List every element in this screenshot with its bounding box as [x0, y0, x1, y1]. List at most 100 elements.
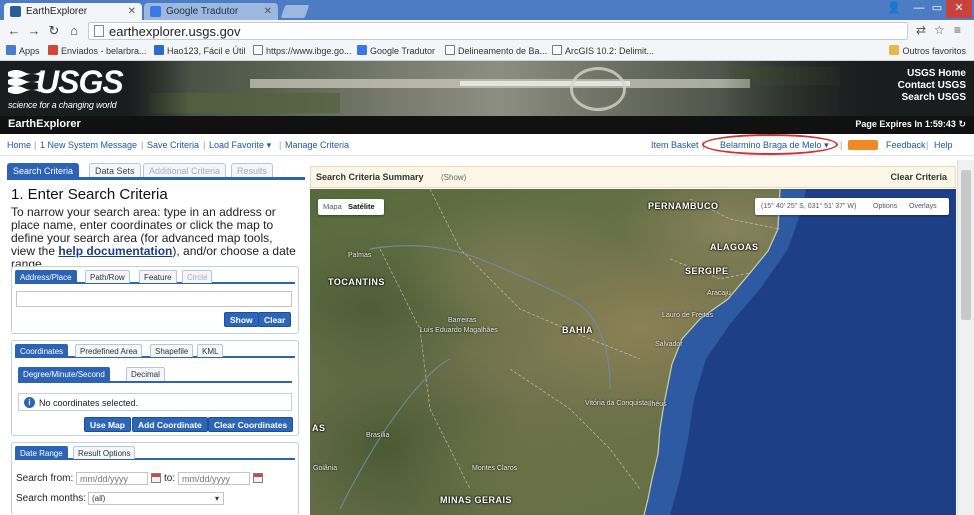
bookmark-hao123[interactable]: Hao123, Fácil e Útil — [154, 44, 246, 59]
maximize-icon[interactable]: ▭ — [928, 0, 946, 18]
tab-predefined-area[interactable]: Predefined Area — [75, 344, 143, 357]
home-icon[interactable]: ⌂ — [66, 23, 82, 39]
tab-title: Google Tradutor — [166, 6, 239, 17]
map-type-mapa[interactable]: Mapa — [323, 199, 342, 215]
map-type-control: Mapa Satélite — [318, 199, 384, 215]
show-button[interactable]: Show — [224, 312, 259, 327]
tab-circle[interactable]: Circle — [182, 270, 213, 283]
tab-search-criteria[interactable]: Search Criteria — [7, 163, 80, 177]
translate-favicon-icon — [150, 6, 161, 17]
map-city-label: Vitória da Conquista — [585, 400, 648, 407]
new-tab-button[interactable] — [280, 5, 310, 18]
app-title-bar: EarthExplorer Page Expires In 1:59:43 ↻ — [0, 116, 974, 134]
bookmark-delineamento[interactable]: Delineamento de Ba... — [445, 44, 547, 59]
search-criteria-summary: Search Criteria Summary (Show) Clear Cri… — [310, 166, 956, 188]
map-city-label: Lauro de Freitas — [662, 312, 713, 319]
tab-feature[interactable]: Feature — [139, 270, 177, 283]
reload-icon[interactable]: ↻ — [46, 23, 62, 39]
back-icon[interactable]: ← — [6, 23, 22, 39]
tab-result-options[interactable]: Result Options — [73, 446, 136, 459]
tab-earthexplorer[interactable]: EarthExplorer ✕ — [4, 3, 142, 20]
tab-address-place[interactable]: Address/Place — [15, 270, 77, 283]
menu-manage-criteria[interactable]: Manage Criteria — [285, 140, 349, 150]
hao123-icon — [154, 45, 164, 55]
tab-google-tradutor[interactable]: Google Tradutor ✕ — [144, 3, 278, 20]
bookmark-gmail[interactable]: Enviados - belarbra... — [48, 44, 147, 59]
tab-additional-criteria[interactable]: Additional Criteria — [143, 163, 227, 177]
months-select[interactable]: (all) ▾ — [88, 492, 224, 505]
bookmark-apps[interactable]: Apps — [6, 44, 40, 59]
bookmark-star-icon[interactable]: ☆ — [934, 23, 945, 37]
map-city-label: Goiânia — [313, 465, 338, 472]
bookmark-other-folder[interactable]: Outros favoritos — [889, 44, 966, 59]
usgs-tagline: science for a changing world — [8, 100, 117, 110]
translate-icon[interactable]: ⇄ — [916, 23, 926, 37]
map-type-satellite[interactable]: Satélite — [348, 199, 375, 215]
earthexplorer-favicon-icon — [10, 6, 21, 17]
tab-shapefile[interactable]: Shapefile — [150, 344, 194, 357]
search-usgs-link[interactable]: Search USGS — [898, 92, 966, 104]
tab-title: EarthExplorer — [26, 6, 88, 17]
bookmark-google-tradutor[interactable]: Google Tradutor — [357, 44, 435, 59]
address-bar[interactable] — [88, 22, 908, 40]
help-documentation-link[interactable]: help documentation — [58, 244, 172, 258]
scrollbar-thumb[interactable] — [961, 170, 971, 320]
rss-icon[interactable] — [848, 140, 878, 150]
date-to-input[interactable] — [178, 472, 250, 485]
menu-item-basket[interactable]: Item Basket — [651, 140, 699, 150]
tab-results[interactable]: Results — [231, 163, 274, 177]
date-range-box: Date Range Result Options Search from: t… — [11, 442, 299, 515]
map-state-label: MINAS GERAIS — [440, 495, 513, 505]
tab-coordinates[interactable]: Coordinates — [15, 344, 69, 357]
contact-usgs-link[interactable]: Contact USGS — [898, 80, 966, 92]
map-state-label: BAHIA — [562, 325, 593, 335]
usgs-logo[interactable]: USGS science for a changing world — [6, 64, 130, 114]
map-overlays-button[interactable]: Overlays — [909, 198, 937, 215]
page-scrollbar[interactable] — [957, 160, 974, 515]
search-months-label: Search months: — [16, 493, 87, 504]
tab-kml[interactable]: KML — [197, 344, 224, 357]
chevron-down-icon: ▾ — [214, 494, 219, 503]
close-window-icon[interactable]: ✕ — [946, 0, 972, 18]
menu-help[interactable]: Help — [934, 140, 953, 150]
map-options-button[interactable]: Options — [873, 198, 897, 215]
calendar-icon[interactable] — [151, 473, 161, 483]
menu-icon[interactable]: ≡ — [954, 23, 961, 37]
tab-date-range[interactable]: Date Range — [15, 446, 68, 459]
tab-data-sets[interactable]: Data Sets — [89, 163, 141, 177]
use-map-button[interactable]: Use Map — [84, 417, 131, 432]
add-coordinate-button[interactable]: Add Coordinate — [132, 417, 208, 432]
calendar-icon[interactable] — [253, 473, 263, 483]
tab-degree-minute-second[interactable]: Degree/Minute/Second — [18, 367, 110, 381]
clear-coordinates-button[interactable]: Clear Coordinates — [208, 417, 294, 432]
summary-show-link[interactable]: (Show) — [441, 173, 466, 182]
url-input[interactable] — [109, 24, 809, 39]
menu-system-message[interactable]: 1 New System Message — [40, 140, 137, 150]
bookmark-arcgis[interactable]: ArcGIS 10.2: Delimit... — [552, 44, 654, 59]
menu-feedback[interactable]: Feedback — [886, 140, 926, 150]
refresh-icon[interactable]: ↻ — [958, 119, 966, 129]
date-from-input[interactable] — [76, 472, 148, 485]
tab-close-icon[interactable]: ✕ — [264, 3, 272, 20]
tab-close-icon[interactable]: ✕ — [128, 3, 136, 20]
summary-title: Search Criteria Summary — [316, 172, 424, 182]
satellite-map[interactable]: Mapa Satélite (15° 40' 25" S, 031° 51' 3… — [310, 189, 956, 515]
clear-button[interactable]: Clear — [258, 312, 292, 327]
forward-icon[interactable]: → — [26, 23, 42, 39]
usgs-top-links: USGS Home Contact USGS Search USGS — [898, 68, 966, 104]
tab-path-row[interactable]: Path/Row — [85, 270, 130, 283]
map-coordinate-readout: (15° 40' 25" S, 031° 51' 37" W) Options … — [755, 198, 949, 215]
bookmark-ibge[interactable]: https://www.ibge.go... — [253, 44, 352, 59]
clear-criteria-link[interactable]: Clear Criteria — [890, 172, 947, 182]
usgs-home-link[interactable]: USGS Home — [898, 68, 966, 80]
tab-decimal[interactable]: Decimal — [126, 367, 165, 381]
menu-home[interactable]: Home — [7, 140, 31, 150]
minimize-icon[interactable]: — — [910, 0, 928, 18]
profile-icon[interactable]: 👤 — [884, 0, 904, 18]
menu-save-criteria[interactable]: Save Criteria — [147, 140, 199, 150]
aerial-photo — [130, 61, 870, 116]
address-input[interactable] — [16, 291, 292, 307]
map-city-label: Salvador — [655, 341, 683, 348]
menu-load-favorite[interactable]: Load Favorite ▾ — [209, 140, 271, 151]
map-city-label: Barreiras — [448, 317, 477, 324]
